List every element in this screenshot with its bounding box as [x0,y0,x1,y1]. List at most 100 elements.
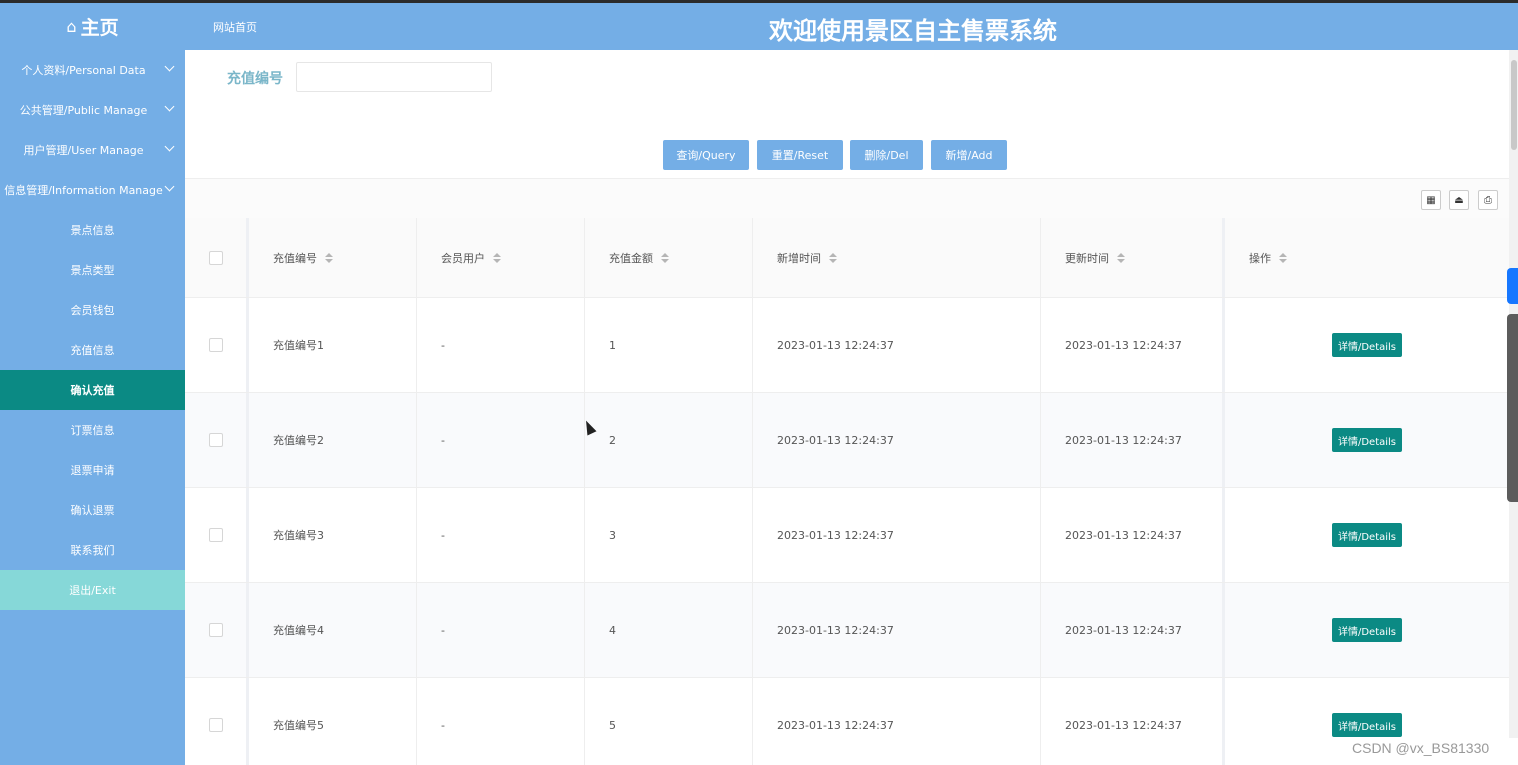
search-input[interactable] [296,62,492,92]
sidebar-item-exit[interactable]: 退出/Exit [0,570,185,610]
delete-button[interactable]: 删除/Del [850,140,923,170]
column-header-label: 充值编号 [273,251,317,265]
sort-icon[interactable] [1117,252,1125,263]
select-all-checkbox[interactable] [209,250,223,265]
export-icon[interactable]: ⏏ [1449,190,1469,210]
cell-user: - [417,678,585,765]
column-header-amount[interactable]: 充值金额 [585,218,753,297]
sidebar-item-refund-request[interactable]: 退票申请 [0,450,185,490]
cell-amount: 2 [585,393,753,487]
row-checkbox[interactable] [209,718,223,732]
row-select-cell [185,488,249,582]
cell-code: 充值编号2 [249,393,417,487]
sidebar-group-label: 公共管理/Public Manage [19,104,148,117]
row-checkbox[interactable] [209,433,223,447]
cell-code: 充值编号1 [249,298,417,392]
sidebar-group-information-manage[interactable]: 信息管理/Information Manage [0,170,185,210]
cell-updated: 2023-01-13 12:24:37 [1041,678,1225,765]
home-link[interactable]: ⌂ 主页 [0,3,185,50]
sidebar-group-public-manage[interactable]: 公共管理/Public Manage [0,90,185,130]
print-icon[interactable]: ⎙ [1478,190,1498,210]
select-all-cell [185,218,249,297]
cell-action: 详情/Details [1225,488,1509,582]
cell-created: 2023-01-13 12:24:37 [753,488,1041,582]
sort-icon[interactable] [661,252,669,263]
sidebar-group-user-manage[interactable]: 用户管理/User Manage [0,130,185,170]
header-bar: ⌂ 主页 网站首页 欢迎使用景区自主售票系统 [0,3,1518,50]
sidebar-item-member-wallet[interactable]: 会员钱包 [0,290,185,330]
reset-button[interactable]: 重置/Reset [757,140,843,170]
table-row: 充值编号2 - 2 2023-01-13 12:24:37 2023-01-13… [185,393,1509,488]
sort-icon[interactable] [493,252,501,263]
sidebar-item-scenic-type[interactable]: 景点类型 [0,250,185,290]
chevron-down-icon [164,61,175,72]
column-header-label: 操作 [1249,251,1271,265]
row-select-cell [185,393,249,487]
column-header-code[interactable]: 充值编号 [249,218,417,297]
site-home-link[interactable]: 网站首页 [213,19,257,35]
details-button[interactable]: 详情/Details [1332,523,1402,547]
cell-updated: 2023-01-13 12:24:37 [1041,393,1225,487]
row-select-cell [185,298,249,392]
table-toolbar: ▦ ⏏ ⎙ [185,178,1509,218]
details-button[interactable]: 详情/Details [1332,428,1402,452]
columns-icon[interactable]: ▦ [1421,190,1441,210]
cell-user: - [417,298,585,392]
column-header-label: 更新时间 [1065,251,1109,265]
column-header-action[interactable]: 操作 [1225,218,1509,297]
sidebar-group-personal-data[interactable]: 个人资料/Personal Data [0,50,185,90]
sidebar-item-confirm-recharge[interactable]: 确认充值 [0,370,185,410]
floating-tab[interactable] [1507,268,1518,304]
sidebar-group-label: 信息管理/Information Manage [4,184,163,197]
cell-updated: 2023-01-13 12:24:37 [1041,488,1225,582]
sidebar-item-booking-info[interactable]: 订票信息 [0,410,185,450]
floating-toolbar[interactable] [1507,314,1518,502]
cell-amount: 3 [585,488,753,582]
cell-action: 详情/Details [1225,393,1509,487]
column-header-updated[interactable]: 更新时间 [1041,218,1225,297]
cell-code: 充值编号5 [249,678,417,765]
details-button[interactable]: 详情/Details [1332,713,1402,737]
sidebar-item-scenic-info[interactable]: 景点信息 [0,210,185,250]
sort-icon[interactable] [325,252,333,263]
table-row: 充值编号3 - 3 2023-01-13 12:24:37 2023-01-13… [185,488,1509,583]
home-label: 主页 [80,17,119,39]
sidebar-item-confirm-refund[interactable]: 确认退票 [0,490,185,530]
row-checkbox[interactable] [209,623,223,637]
sort-icon[interactable] [829,252,837,263]
query-button[interactable]: 查询/Query [663,140,749,170]
row-checkbox[interactable] [209,338,223,352]
cell-user: - [417,488,585,582]
cell-amount: 5 [585,678,753,765]
chevron-down-icon [164,141,175,152]
table-row: 充值编号1 - 1 2023-01-13 12:24:37 2023-01-13… [185,298,1509,393]
sidebar-group-label: 用户管理/User Manage [23,144,144,157]
sidebar-group-label: 个人资料/Personal Data [21,64,146,77]
row-select-cell [185,678,249,765]
cell-created: 2023-01-13 12:24:37 [753,393,1041,487]
scrollbar-thumb[interactable] [1511,60,1517,150]
add-button[interactable]: 新增/Add [931,140,1007,170]
column-header-user[interactable]: 会员用户 [417,218,585,297]
page-title: 欢迎使用景区自主售票系统 [769,17,1057,45]
column-header-created[interactable]: 新增时间 [753,218,1041,297]
chevron-down-icon [164,101,175,112]
sidebar-item-contact-us[interactable]: 联系我们 [0,530,185,570]
home-icon: ⌂ [66,17,77,36]
cell-code: 充值编号3 [249,488,417,582]
sort-icon[interactable] [1279,252,1287,263]
cell-user: - [417,583,585,677]
table-row: 充值编号5 - 5 2023-01-13 12:24:37 2023-01-13… [185,678,1509,765]
cell-action: 详情/Details [1225,298,1509,392]
watermark: CSDN @vx_BS81330 [1352,740,1490,756]
main-content: 充值编号 查询/Query 重置/Reset 删除/Del 新增/Add ▦ ⏏… [185,50,1509,765]
details-button[interactable]: 详情/Details [1332,333,1402,357]
cell-action: 详情/Details [1225,583,1509,677]
details-button[interactable]: 详情/Details [1332,618,1402,642]
cell-created: 2023-01-13 12:24:37 [753,298,1041,392]
row-checkbox[interactable] [209,528,223,542]
column-header-label: 充值金额 [609,251,653,265]
cell-created: 2023-01-13 12:24:37 [753,678,1041,765]
cell-updated: 2023-01-13 12:24:37 [1041,298,1225,392]
sidebar-item-recharge-info[interactable]: 充值信息 [0,330,185,370]
